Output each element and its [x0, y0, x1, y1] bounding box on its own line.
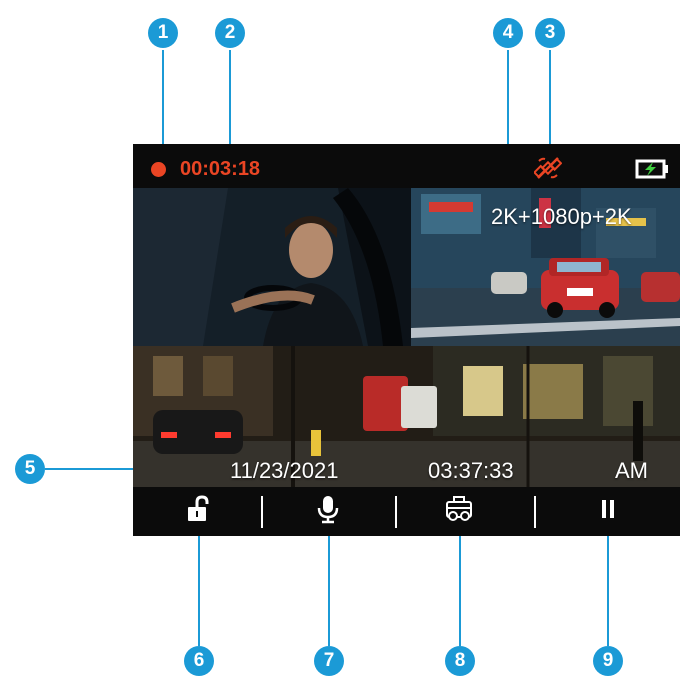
dashcam-screen: 00:03:18 2K+1080p+2K 11/23/2021 03:37:33…	[133, 144, 680, 536]
third-camera-feed	[133, 346, 680, 487]
overlay-date: 11/23/2021	[230, 458, 339, 483]
callout-5: 5	[15, 454, 45, 484]
bottom-toolbar	[133, 487, 680, 536]
leader-line-3	[549, 50, 551, 154]
camera-switch-button[interactable]	[434, 487, 484, 536]
leader-line-2	[229, 50, 231, 156]
leader-line-7	[328, 536, 330, 646]
resolution-label: 2K+1080p+2K	[491, 204, 632, 229]
lock-open-icon	[185, 495, 211, 528]
microphone-button[interactable]	[303, 487, 353, 536]
leader-line-1	[162, 50, 164, 154]
toolbar-divider	[395, 496, 397, 528]
callout-3: 3	[535, 18, 565, 48]
lock-file-button[interactable]	[173, 487, 223, 536]
callout-4: 4	[493, 18, 523, 48]
pause-button[interactable]	[583, 487, 633, 536]
leader-line-8	[459, 536, 461, 646]
camera-switch-icon	[444, 495, 474, 528]
recording-indicator	[151, 162, 166, 177]
overlay-time: 03:37:33	[428, 458, 514, 483]
callout-6: 6	[184, 646, 214, 676]
gps-off-satellite-icon	[532, 154, 563, 187]
toolbar-divider	[261, 496, 263, 528]
front-camera-feed	[133, 188, 411, 346]
callout-1: 1	[148, 18, 178, 48]
pause-icon	[598, 497, 618, 526]
leader-line-6	[198, 536, 200, 646]
recording-time: 00:03:18	[180, 158, 261, 180]
microphone-icon	[316, 494, 340, 529]
callout-9: 9	[593, 646, 623, 676]
leader-line-9	[607, 536, 609, 646]
toolbar-divider	[534, 496, 536, 528]
callout-2: 2	[215, 18, 245, 48]
callout-7: 7	[314, 646, 344, 676]
overlay-meridiem: AM	[615, 458, 648, 483]
battery-charging-icon	[635, 159, 669, 184]
callout-8: 8	[445, 646, 475, 676]
status-bar: 00:03:18	[133, 144, 680, 188]
